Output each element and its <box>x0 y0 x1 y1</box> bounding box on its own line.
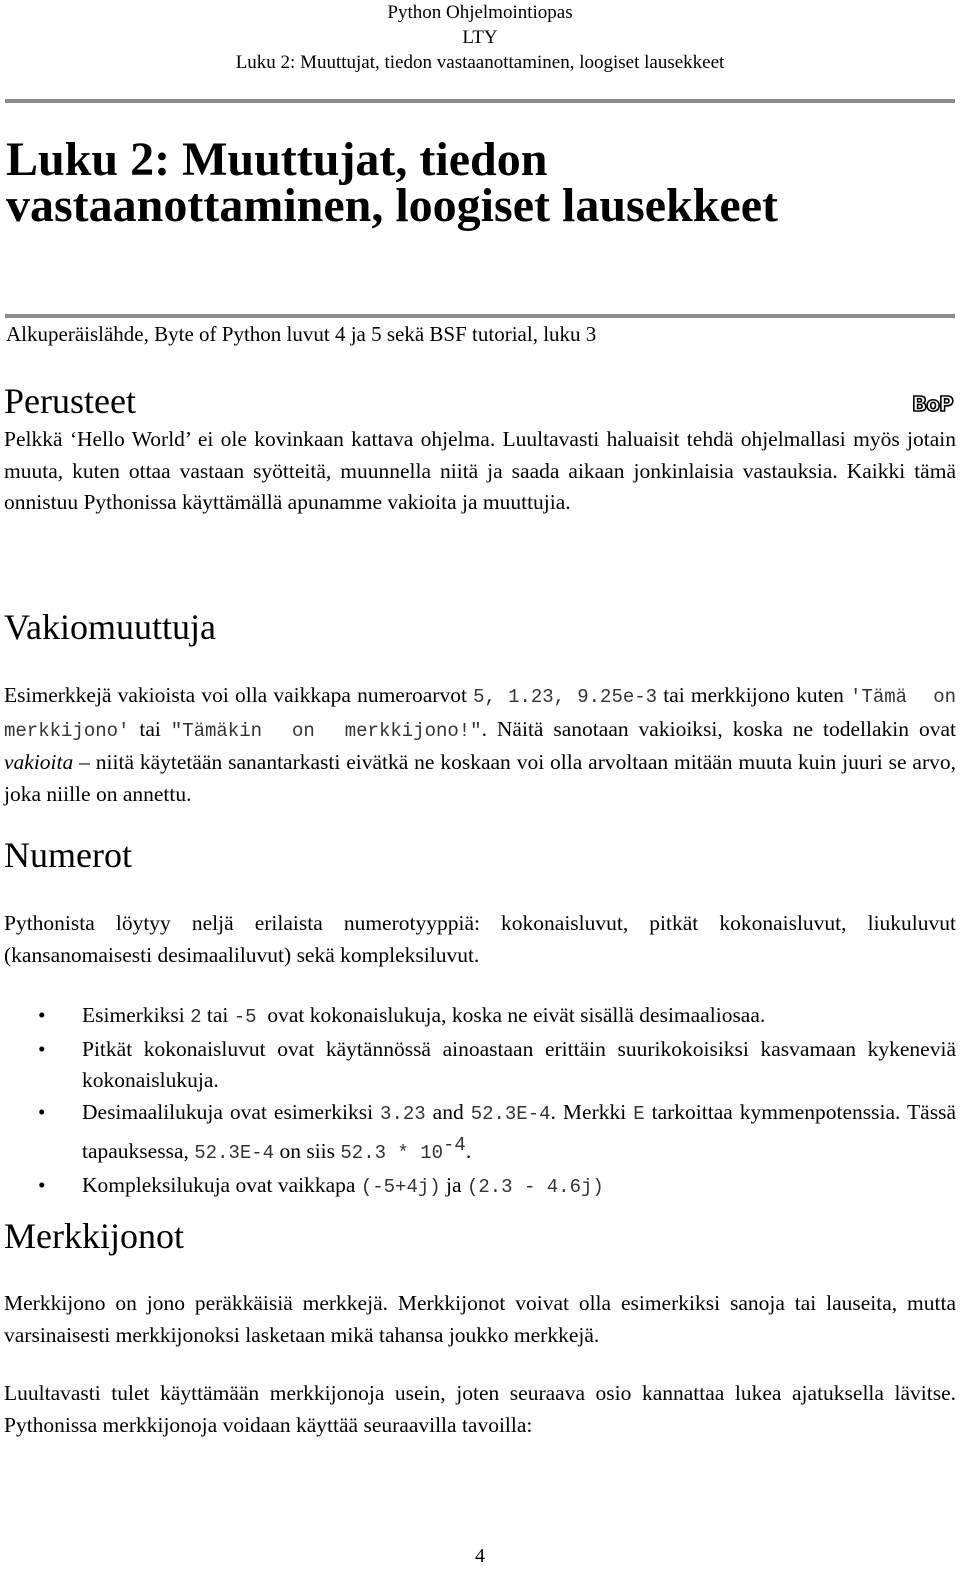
code-literal: -5 <box>233 1006 257 1028</box>
text: – niitä käytetään sanantarkasti eivätkä … <box>4 750 956 806</box>
code-literal: 52.3E-4 <box>194 1142 275 1165</box>
chapter-title-line1: Luku 2: Muuttujat, tiedon <box>6 133 548 186</box>
code-literal: "Tämäkin on merkkijono!" <box>170 719 482 742</box>
perusteet-paragraph: Pelkkä ‘Hello World’ ei ole kovinkaan ka… <box>4 427 956 514</box>
list-item: • Desimaalilukuja ovat esimerkiksi 3.23 a… <box>0 1097 956 1170</box>
text: Esimerkiksi <box>82 1003 191 1027</box>
chapter-title-line2: vastaanottaminen, loogiset lausekkeet <box>6 179 778 232</box>
text: and <box>425 1099 471 1124</box>
bullet-icon: • <box>38 1172 46 1197</box>
code-literal: 52.3E-4 <box>470 1102 551 1125</box>
number-types-list: • Esimerkiksi 2 tai -5 ovat kokonaislukuj… <box>0 1000 956 1203</box>
title-divider <box>5 314 955 318</box>
text: . Näitä sanotaan vakioiksi, koska ne tod… <box>481 716 956 741</box>
bullet-icon: • <box>38 1099 46 1124</box>
text: ja <box>440 1172 467 1197</box>
list-item: • Esimerkiksi 2 tai -5 ovat kokonaislukuj… <box>0 1000 956 1034</box>
code-literal: 9.25e-3 <box>577 686 658 708</box>
section-heading-merkkijonot: Merkkijonot <box>4 1216 184 1256</box>
code-literal: 3.23 <box>380 1102 426 1125</box>
text: Kompleksilukuja ovat vaikkapa <box>82 1172 361 1197</box>
code-literal: 1.23 <box>508 686 554 708</box>
exponent: -4 <box>443 1134 466 1156</box>
bullet-icon: • <box>38 1036 46 1061</box>
text: Esimerkkejä vakioista voi olla vaikkapa … <box>4 683 474 707</box>
page-number: 4 <box>475 1545 485 1567</box>
text: ovat kokonaislukuja, koska ne eivät sisä… <box>256 1003 766 1027</box>
merkkijonot-paragraph-2: Luultavasti tulet käyttämään merkkijonoj… <box>4 1381 956 1437</box>
list-item: • Pitkät kokonaisluvut ovat käytännössä a… <box>0 1034 956 1097</box>
header-institution: LTY <box>462 27 498 48</box>
source-note: Alkuperäislähde, Byte of Python luvut 4 … <box>6 322 597 346</box>
text: . Merkki <box>550 1099 634 1124</box>
code-literal: (-5+4j) <box>360 1175 441 1198</box>
text: tai merkkijono kuten <box>657 683 851 707</box>
text: Desimaalilukuja ovat esimerkiksi <box>82 1099 381 1124</box>
page-header: Python Ohjelmointiopas LTY Luku 2: Muutt… <box>0 0 960 75</box>
numerot-paragraph: Pythonista löytyy neljä erilaista numero… <box>4 911 956 967</box>
text: . <box>465 1139 472 1164</box>
header-divider <box>5 99 955 103</box>
chapter-title: Luku 2: Muuttujat, tiedon vastaanottamin… <box>6 133 778 232</box>
code-literal: (2.3 - 4.6j) <box>466 1175 604 1198</box>
text: on siis <box>274 1139 341 1164</box>
text: Pitkät kokonaisluvut ovat käytännössä ai… <box>82 1036 956 1093</box>
code-literal: 5 <box>473 686 485 708</box>
code-literal: 52.3 * 10 <box>340 1142 444 1165</box>
section-heading-perusteet: Perusteet <box>4 381 136 421</box>
code-literal: 2 <box>190 1006 202 1028</box>
header-book-title: Python Ohjelmointiopas <box>387 2 573 23</box>
list-item: • Kompleksilukuja ovat vaikkapa (-5+4j) j… <box>0 1170 956 1204</box>
emphasis: vakioita <box>4 750 74 774</box>
section-heading-vakiomuuttuja: Vakiomuuttuja <box>4 607 216 647</box>
text: , <box>484 686 509 708</box>
text: tai <box>129 716 171 741</box>
code-literal: E <box>633 1102 645 1125</box>
bop-logo-icon: BoP <box>911 391 954 417</box>
merkkijonot-paragraph-1: Merkkijono on jono peräkkäisiä merkkejä.… <box>4 1291 956 1347</box>
header-chapter: Luku 2: Muuttujat, tiedon vastaanottamin… <box>235 52 725 73</box>
vakiomuuttuja-paragraph: Esimerkkejä vakioista voi olla vaikkapa … <box>4 680 956 810</box>
text: , <box>553 686 578 708</box>
bullet-icon: • <box>38 1003 46 1027</box>
section-heading-numerot: Numerot <box>4 835 132 875</box>
text: tai <box>201 1003 234 1027</box>
